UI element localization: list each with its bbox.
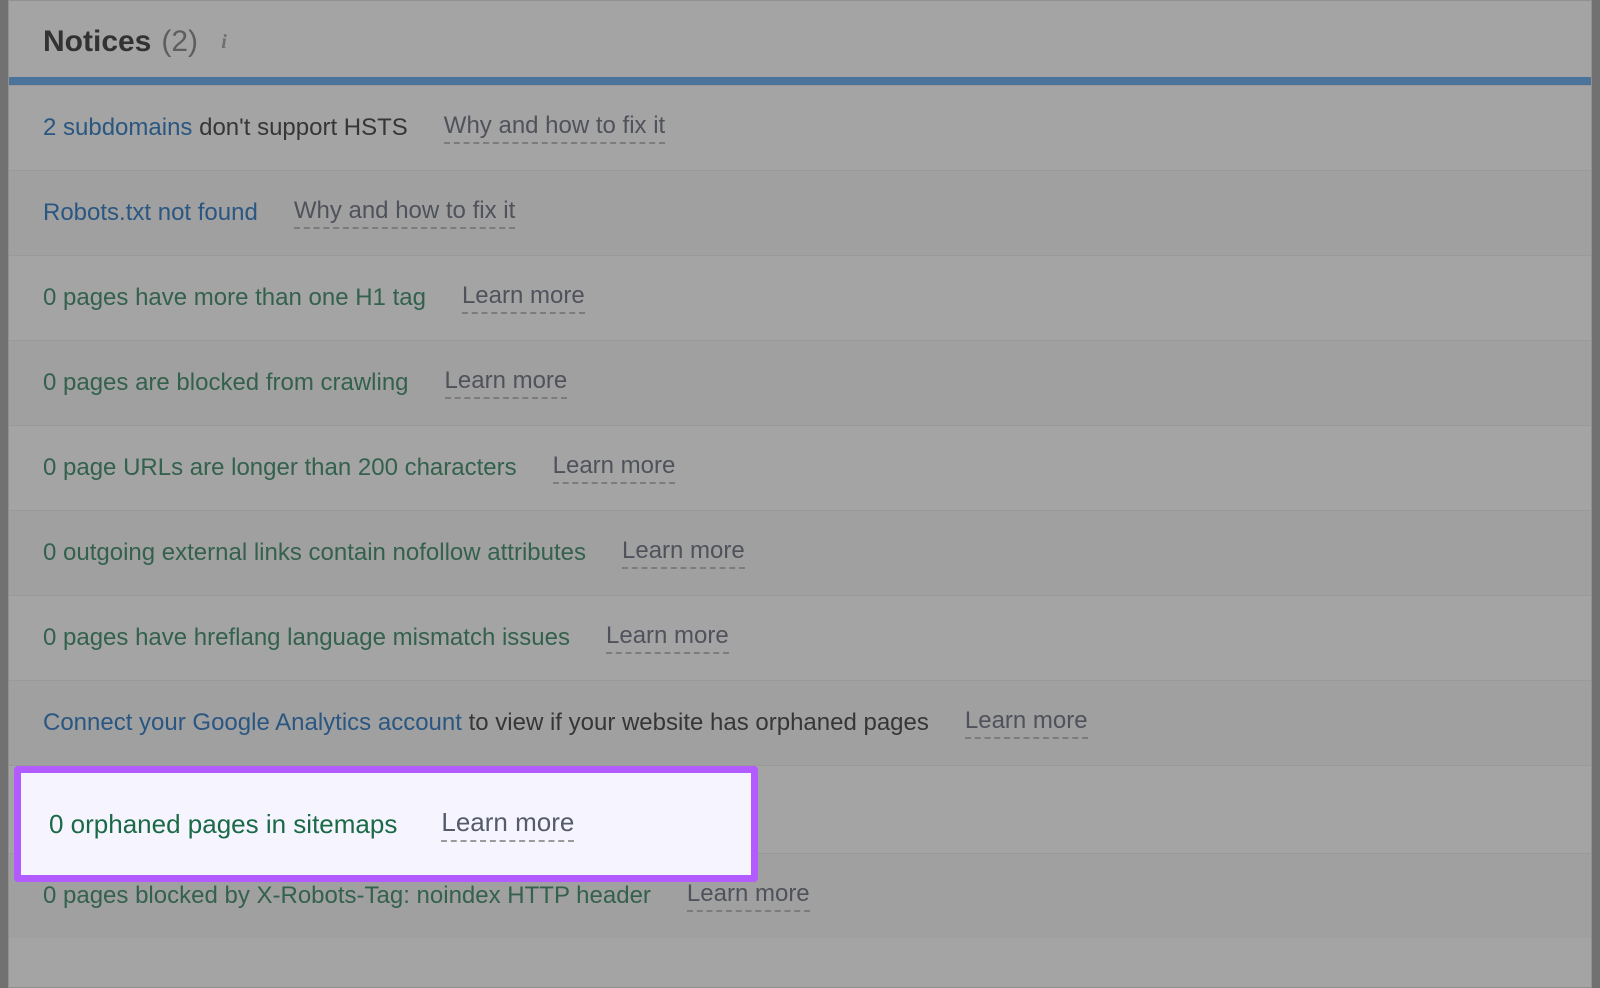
learn-more-link[interactable]: Learn more — [687, 880, 810, 912]
panel-header: Notices (2) i — [9, 1, 1591, 77]
why-fix-link[interactable]: Why and how to fix it — [444, 112, 665, 144]
notice-row-robots: Robots.txt not found Why and how to fix … — [9, 170, 1591, 255]
notice-row-long-urls: 0 page URLs are longer than 200 characte… — [9, 425, 1591, 510]
learn-more-link[interactable]: Learn more — [462, 282, 585, 314]
subdomains-link[interactable]: 2 subdomains — [43, 114, 192, 141]
learn-more-link[interactable]: Learn more — [622, 537, 745, 569]
notice-text: 0 pages are blocked from crawling — [43, 369, 409, 397]
notice-row-hreflang: 0 pages have hreflang language mismatch … — [9, 595, 1591, 680]
notice-text: 0 orphaned pages in sitemaps — [49, 809, 397, 840]
notice-row-ga-connect: Connect your Google Analytics account to… — [9, 680, 1591, 765]
ga-connect-link[interactable]: Connect your Google Analytics account — [43, 709, 462, 736]
learn-more-link[interactable]: Learn more — [553, 452, 676, 484]
notice-row-h1: 0 pages have more than one H1 tag Learn … — [9, 255, 1591, 340]
notice-text: don't support HSTS — [192, 114, 407, 141]
highlighted-notice-orphaned: 0 orphaned pages in sitemaps Learn more — [14, 766, 758, 882]
learn-more-link[interactable]: Learn more — [965, 707, 1088, 739]
notice-message: Connect your Google Analytics account to… — [43, 709, 929, 737]
notice-text: 0 pages have more than one H1 tag — [43, 284, 426, 312]
notice-text: 0 outgoing external links contain nofoll… — [43, 539, 586, 567]
learn-more-link[interactable]: Learn more — [441, 807, 574, 842]
notice-text: 0 page URLs are longer than 200 characte… — [43, 454, 517, 482]
notice-row-hsts: 2 subdomains don't support HSTS Why and … — [9, 85, 1591, 170]
header-count: (2) — [161, 25, 198, 59]
learn-more-link[interactable]: Learn more — [445, 367, 568, 399]
header-title: Notices — [43, 25, 151, 59]
notice-row-nofollow: 0 outgoing external links contain nofoll… — [9, 510, 1591, 595]
notice-row-blocked-crawl: 0 pages are blocked from crawling Learn … — [9, 340, 1591, 425]
why-fix-link[interactable]: Why and how to fix it — [294, 197, 515, 229]
notice-text: to view if your website has orphaned pag… — [462, 709, 929, 736]
learn-more-link[interactable]: Learn more — [606, 622, 729, 654]
notice-text: 0 pages have hreflang language mismatch … — [43, 624, 570, 652]
accent-bar — [9, 77, 1591, 85]
robots-link[interactable]: Robots.txt not found — [43, 199, 258, 227]
info-icon[interactable]: i — [214, 32, 234, 52]
notice-text: 0 pages blocked by X-Robots-Tag: noindex… — [43, 882, 651, 910]
notice-message: 2 subdomains don't support HSTS — [43, 114, 408, 142]
